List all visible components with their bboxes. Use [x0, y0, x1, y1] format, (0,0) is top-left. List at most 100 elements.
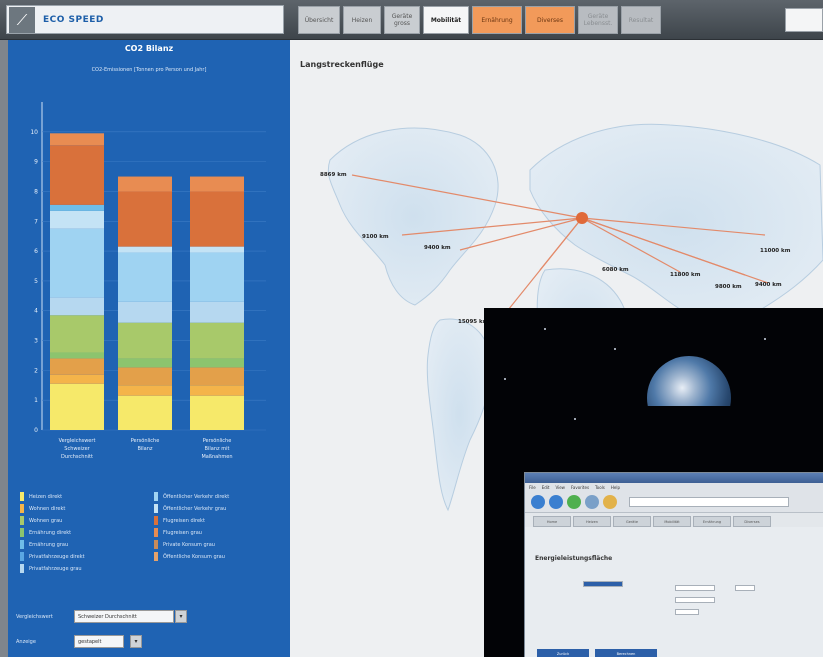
- bar-segment[interactable]: [50, 315, 104, 353]
- display-label: Anzeige: [16, 638, 36, 645]
- bar-segment[interactable]: [50, 352, 104, 359]
- mini-field: [675, 609, 699, 615]
- logo[interactable]: ⟋ ECO SPEED: [6, 5, 284, 34]
- legend-label: Wohnen direkt: [29, 505, 66, 512]
- legend-label: Öffentliche Konsum grau: [163, 553, 225, 560]
- x-category-label: Bilanz mit: [205, 446, 230, 452]
- comparison-select[interactable]: Schweizer Durchschnitt: [74, 610, 174, 623]
- bar-segment[interactable]: [50, 374, 104, 384]
- chevron-down-icon[interactable]: ▾: [130, 635, 142, 648]
- bar-segment[interactable]: [118, 246, 172, 253]
- distance-label: 9400 km: [755, 282, 782, 288]
- mini-field: [735, 585, 755, 591]
- bar-segment[interactable]: [190, 191, 244, 247]
- comparison-row: Vergleichswert Schweizer Durchschnitt ▾: [16, 610, 187, 623]
- x-category-label: Persönliche: [203, 438, 232, 444]
- legend-label: Heizen direkt: [29, 493, 63, 500]
- chevron-down-icon[interactable]: ▾: [175, 610, 187, 623]
- bar-segment[interactable]: [118, 176, 172, 192]
- bar-segment[interactable]: [190, 176, 244, 192]
- legend-item: Wohnen grau: [20, 516, 146, 525]
- tab-6[interactable]: Geräte Lebensst.: [578, 6, 618, 34]
- legend-item: Flugreisen grau: [154, 528, 280, 537]
- bar-segment[interactable]: [50, 358, 104, 375]
- bar-segment[interactable]: [50, 204, 104, 211]
- legend-label: Private Konsum grau: [163, 541, 215, 548]
- bar-segment[interactable]: [118, 358, 172, 368]
- mini-menu-item: Help: [610, 484, 621, 490]
- mini-calculate-button: Berechnen: [595, 649, 657, 657]
- mini-tab: Geräte: [613, 516, 651, 527]
- legend-label: Privatfahrzeuge direkt: [29, 553, 85, 560]
- tab-5[interactable]: Diverses: [525, 6, 575, 34]
- y-tick-label: 7: [34, 218, 38, 225]
- star: [574, 418, 576, 420]
- legend-swatch: [154, 504, 158, 513]
- legend-item: Ernährung direkt: [20, 528, 146, 537]
- legend-item: Private Konsum grau: [154, 540, 280, 549]
- x-category-label: Schweizer: [64, 446, 90, 452]
- distance-label: 11000 km: [760, 248, 791, 254]
- y-tick-label: 4: [34, 308, 38, 315]
- legend-item: Wohnen direkt: [20, 504, 146, 513]
- tab-0[interactable]: Übersicht: [298, 6, 340, 34]
- bar-segment[interactable]: [118, 252, 172, 302]
- bar-segment[interactable]: [190, 367, 244, 386]
- display-select[interactable]: gestapelt: [74, 635, 124, 648]
- bar-segment[interactable]: [190, 385, 244, 396]
- bar-segment[interactable]: [50, 228, 104, 298]
- embedded-browser-screenshot: File Edit View Favorites Tools Help Home Heize…: [524, 472, 823, 657]
- legend-item: Öffentlicher Verkehr direkt: [154, 492, 280, 501]
- bar-segment[interactable]: [118, 301, 172, 323]
- legend-swatch: [20, 516, 24, 525]
- bar-segment[interactable]: [50, 210, 104, 229]
- bar-segment[interactable]: [118, 322, 172, 359]
- bar-segment[interactable]: [50, 297, 104, 316]
- mini-menu-item: File: [529, 484, 536, 490]
- tab-2[interactable]: Geräte gross: [384, 6, 420, 34]
- comparison-label: Vergleichswert: [16, 613, 53, 620]
- bar-segment[interactable]: [118, 191, 172, 247]
- bar-segment[interactable]: [118, 385, 172, 396]
- bar-segment[interactable]: [50, 145, 104, 205]
- y-tick-label: 6: [34, 248, 38, 255]
- bar-segment[interactable]: [190, 246, 244, 253]
- star: [544, 328, 546, 330]
- y-tick-label: 5: [34, 278, 38, 285]
- bar-segment[interactable]: [50, 133, 104, 146]
- bar-segment[interactable]: [118, 395, 172, 430]
- legend-swatch: [154, 528, 158, 537]
- home-icon: [603, 494, 617, 509]
- bar-segment[interactable]: [50, 383, 104, 430]
- mini-tab: Mobilität: [653, 516, 691, 527]
- bar-segment[interactable]: [118, 367, 172, 386]
- distance-label: 6080 km: [602, 267, 629, 273]
- x-category-label: Durchschnitt: [61, 454, 93, 460]
- distance-label: 11800 km: [670, 272, 701, 278]
- legend-item: Privatfahrzeuge grau: [20, 564, 146, 573]
- legend-swatch: [154, 492, 158, 501]
- y-tick-label: 0: [34, 427, 38, 434]
- legend-label: Wohnen grau: [29, 517, 63, 524]
- legend-label: Öffentlicher Verkehr grau: [163, 505, 227, 512]
- bar-segment[interactable]: [190, 395, 244, 430]
- tab-7[interactable]: Resultat: [621, 6, 661, 34]
- mini-field: [675, 597, 715, 603]
- distance-label: 9800 km: [715, 284, 742, 290]
- mini-tabs: Home Heizen Geräte Mobilität Ernährung Divers…: [525, 513, 823, 527]
- legend-swatch: [154, 540, 158, 549]
- bar-segment[interactable]: [190, 358, 244, 368]
- y-tick-label: 9: [34, 159, 38, 166]
- legend-label: Flugreisen grau: [163, 529, 202, 536]
- star: [764, 338, 766, 340]
- legend-swatch: [20, 564, 24, 573]
- tab-1[interactable]: Heizen: [343, 6, 381, 34]
- bar-segment[interactable]: [190, 322, 244, 359]
- legend-swatch: [154, 552, 158, 561]
- tab-3[interactable]: Mobilität: [423, 6, 469, 34]
- bar-segment[interactable]: [190, 252, 244, 302]
- mini-title-bar: [525, 473, 823, 483]
- tab-4[interactable]: Ernährung: [472, 6, 522, 34]
- bar-segment[interactable]: [190, 301, 244, 323]
- y-tick-label: 2: [34, 367, 38, 374]
